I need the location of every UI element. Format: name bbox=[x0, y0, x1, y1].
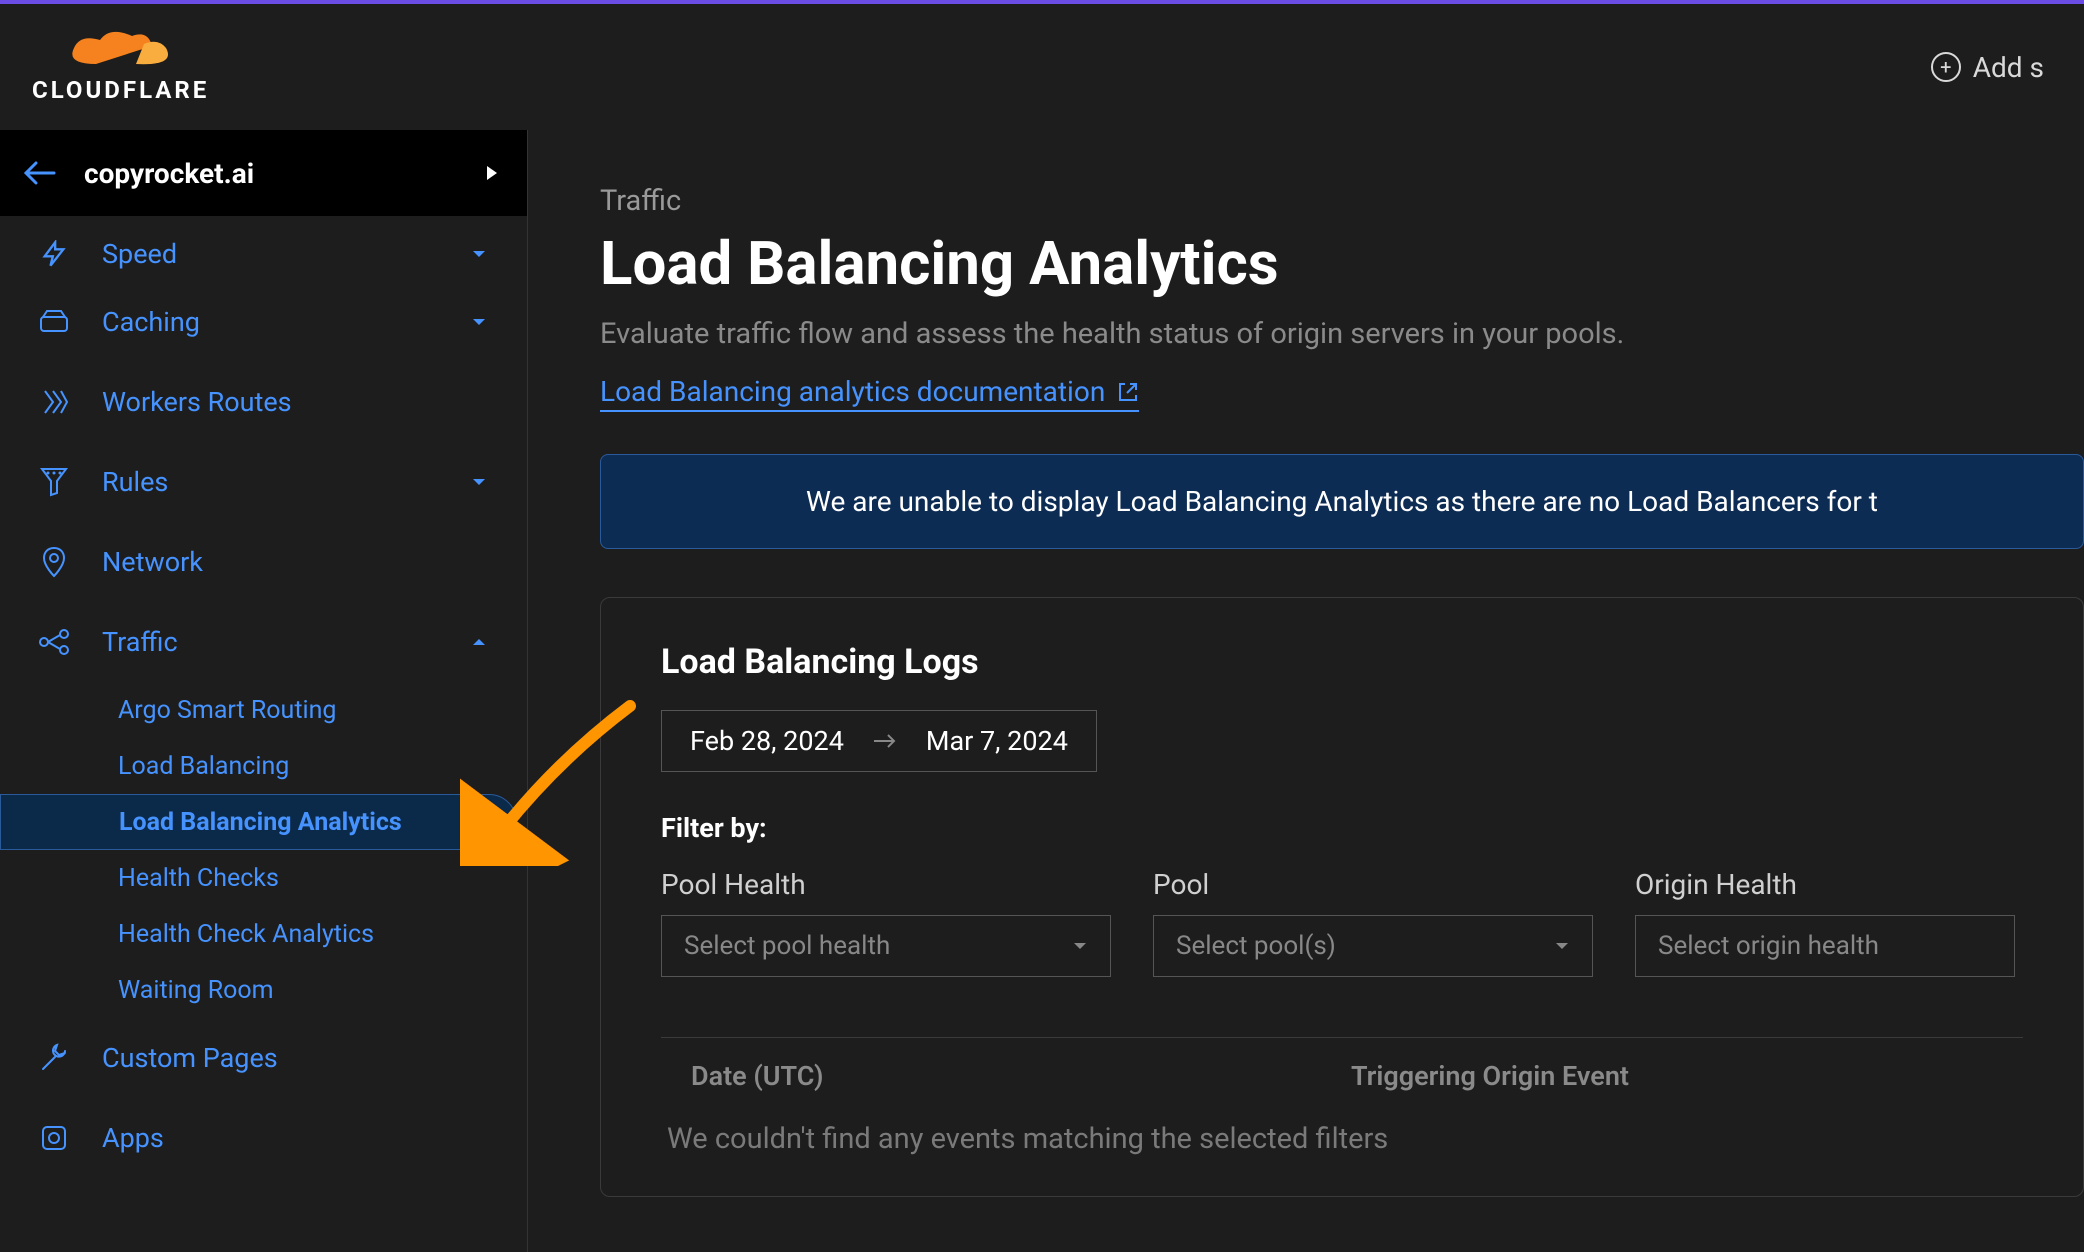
wrench-icon bbox=[36, 1040, 72, 1076]
sidebar-subitem-label: Argo Smart Routing bbox=[118, 696, 336, 725]
sidebar-item-label: Network bbox=[102, 546, 491, 578]
main-content: Traffic Load Balancing Analytics Evaluat… bbox=[528, 130, 2084, 1252]
sidebar-item-label: Speed bbox=[102, 238, 441, 270]
logs-card: Load Balancing Logs Feb 28, 2024 Mar 7, … bbox=[600, 597, 2084, 1197]
filter-by-label: Filter by: bbox=[661, 812, 2023, 844]
sidebar-item-label: Caching bbox=[102, 306, 441, 338]
sidebar-item-label: Workers Routes bbox=[102, 386, 491, 418]
domain-name: copyrocket.ai bbox=[84, 157, 254, 190]
sidebar-item-custom-pages[interactable]: Custom Pages bbox=[0, 1018, 527, 1098]
sidebar-item-rules[interactable]: Rules bbox=[0, 442, 527, 522]
sidebar-subitem-waiting-room[interactable]: Waiting Room bbox=[0, 962, 517, 1018]
sidebar-subitem-label: Load Balancing Analytics bbox=[119, 808, 402, 837]
sidebar: copyrocket.ai Speed Caching Workers Rout… bbox=[0, 130, 528, 1252]
brand-logo[interactable]: CLOUDFLARE bbox=[32, 30, 209, 104]
table-header: Date (UTC) Triggering Origin Event bbox=[661, 1038, 2023, 1114]
sidebar-subitem-load-balancing-analytics[interactable]: Load Balancing Analytics bbox=[0, 794, 517, 850]
sidebar-item-apps[interactable]: Apps bbox=[0, 1098, 527, 1178]
pool-label: Pool bbox=[1153, 868, 1593, 901]
pool-health-label: Pool Health bbox=[661, 868, 1111, 901]
sidebar-subitem-health-checks[interactable]: Health Checks bbox=[0, 850, 517, 906]
pool-select[interactable]: Select pool(s) bbox=[1153, 915, 1593, 977]
drive-icon bbox=[36, 304, 72, 340]
sidebar-item-speed[interactable]: Speed bbox=[0, 226, 527, 282]
page-title: Load Balancing Analytics bbox=[600, 228, 2084, 299]
select-placeholder: Select pool(s) bbox=[1176, 931, 1336, 961]
pool-health-select[interactable]: Select pool health bbox=[661, 915, 1111, 977]
back-arrow-icon[interactable] bbox=[24, 161, 56, 185]
sidebar-item-network[interactable]: Network bbox=[0, 522, 527, 602]
logs-heading: Load Balancing Logs bbox=[661, 642, 2023, 682]
workers-icon bbox=[36, 384, 72, 420]
apps-icon bbox=[36, 1120, 72, 1156]
cloudflare-cloud-icon bbox=[66, 30, 176, 74]
sidebar-nav: Speed Caching Workers Routes Rules Netwo… bbox=[0, 216, 527, 1188]
col-event: Triggering Origin Event bbox=[1351, 1060, 1993, 1092]
origin-health-select[interactable]: Select origin health bbox=[1635, 915, 2015, 977]
select-placeholder: Select origin health bbox=[1658, 931, 1879, 961]
banner-text: We are unable to display Load Balancing … bbox=[806, 485, 1878, 518]
date-range-picker[interactable]: Feb 28, 2024 Mar 7, 2024 bbox=[661, 710, 1097, 772]
sidebar-subitem-label: Waiting Room bbox=[118, 976, 274, 1005]
domain-selector[interactable]: copyrocket.ai bbox=[0, 130, 527, 216]
filter-row: Pool Health Select pool health Pool Sele… bbox=[661, 868, 2023, 977]
date-from: Feb 28, 2024 bbox=[690, 725, 844, 757]
sidebar-subitem-label: Health Check Analytics bbox=[118, 920, 374, 949]
sidebar-subitem-load-balancing[interactable]: Load Balancing bbox=[0, 738, 517, 794]
sidebar-subitem-label: Health Checks bbox=[118, 864, 279, 893]
table-empty-message: We couldn't find any events matching the… bbox=[661, 1114, 2023, 1196]
sidebar-item-workers-routes[interactable]: Workers Routes bbox=[0, 362, 527, 442]
warning-banner: We are unable to display Load Balancing … bbox=[600, 454, 2084, 549]
col-date: Date (UTC) bbox=[691, 1060, 1351, 1092]
arrow-right-icon bbox=[872, 732, 898, 750]
sidebar-subitem-label: Load Balancing bbox=[118, 752, 289, 781]
brand-text: CLOUDFLARE bbox=[32, 76, 209, 104]
sidebar-item-label: Custom Pages bbox=[102, 1042, 491, 1074]
sidebar-item-traffic[interactable]: Traffic bbox=[0, 602, 527, 682]
select-placeholder: Select pool health bbox=[684, 931, 890, 961]
chevron-down-icon bbox=[471, 249, 491, 259]
logs-table: Date (UTC) Triggering Origin Event We co… bbox=[661, 1037, 2023, 1196]
sidebar-subitem-argo[interactable]: Argo Smart Routing bbox=[0, 682, 517, 738]
chevron-down-icon bbox=[471, 317, 491, 327]
date-to: Mar 7, 2024 bbox=[926, 725, 1068, 757]
chevron-down-icon bbox=[1554, 941, 1570, 951]
add-site-button[interactable]: + Add s bbox=[1931, 51, 2044, 84]
funnel-icon bbox=[36, 464, 72, 500]
documentation-link-label: Load Balancing analytics documentation bbox=[600, 375, 1105, 408]
sidebar-item-label: Traffic bbox=[102, 626, 441, 658]
sidebar-item-label: Rules bbox=[102, 466, 441, 498]
pin-icon bbox=[36, 544, 72, 580]
sidebar-item-caching[interactable]: Caching bbox=[0, 282, 527, 362]
domain-caret-icon bbox=[485, 164, 499, 182]
top-bar: CLOUDFLARE + Add s bbox=[0, 0, 2084, 130]
sidebar-subitem-health-check-analytics[interactable]: Health Check Analytics bbox=[0, 906, 517, 962]
sidebar-item-label: Apps bbox=[102, 1122, 491, 1154]
plus-circle-icon: + bbox=[1931, 52, 1961, 82]
bolt-icon bbox=[36, 236, 72, 272]
nodes-icon bbox=[36, 624, 72, 660]
chevron-down-icon bbox=[1072, 941, 1088, 951]
origin-health-label: Origin Health bbox=[1635, 868, 2015, 901]
page-subtitle: Evaluate traffic flow and assess the hea… bbox=[600, 317, 2084, 351]
chevron-down-icon bbox=[471, 477, 491, 487]
add-site-label: Add s bbox=[1973, 51, 2044, 84]
chevron-up-icon bbox=[471, 637, 491, 647]
breadcrumb: Traffic bbox=[600, 184, 2084, 218]
external-link-icon bbox=[1117, 381, 1139, 403]
documentation-link[interactable]: Load Balancing analytics documentation bbox=[600, 375, 1139, 412]
